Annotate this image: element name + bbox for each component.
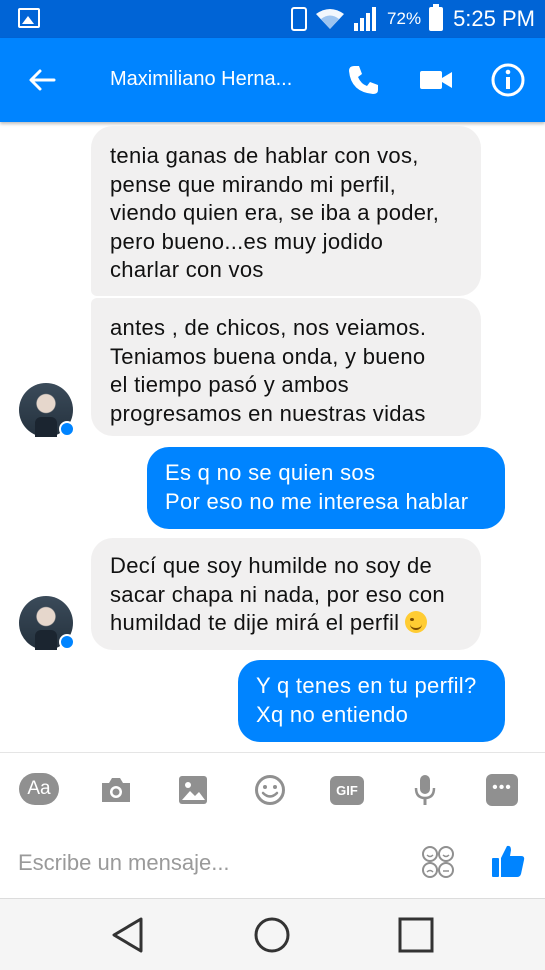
vibrate-icon: [291, 7, 308, 31]
gallery-icon: [179, 776, 207, 804]
messenger-badge-icon: [59, 634, 75, 650]
messenger-badge-icon: [59, 421, 75, 437]
phone-icon[interactable]: [345, 62, 381, 98]
info-icon[interactable]: [490, 62, 526, 98]
message-line: Decí que soy humilde no soy de: [110, 553, 433, 578]
message-line: tenia ganas de hablar con vos,: [110, 143, 419, 168]
message-line-text: humildad te dije mirá el perfil: [110, 610, 400, 635]
message-bubble[interactable]: Decí que soy humilde no soy de sacar cha…: [91, 538, 481, 650]
message-line: Y q tenes en tu perfil?: [256, 673, 477, 698]
message-bubble[interactable]: tenia ganas de hablar con vos, pense que…: [91, 126, 481, 296]
avatar[interactable]: [19, 596, 75, 650]
message-line: Teniamos buena onda, y bueno: [110, 343, 426, 369]
message-bubble[interactable]: antes , de chicos, nos veiamos. Teniamos…: [91, 298, 481, 436]
message-line: charlar con vos: [110, 257, 264, 282]
nav-back-icon[interactable]: [108, 915, 148, 955]
message-line: sacar chapa ni nada, por eso con: [110, 581, 445, 607]
battery-percentage: 72%: [387, 9, 422, 28]
message-line: el tiempo pasó y ambos: [110, 372, 349, 397]
message-line: Es q no se quien sos: [165, 460, 376, 485]
gif-icon: GIF: [330, 775, 364, 805]
message-bubble[interactable]: Es q no se quien sos Por eso no me inter…: [147, 447, 505, 529]
message-bubble[interactable]: Y q tenes en tu perfil? Xq no entiendo: [238, 660, 505, 742]
camera-button[interactable]: [96, 773, 136, 807]
microphone-icon: [414, 775, 436, 805]
message-line: pero bueno...es muy jodido: [110, 228, 384, 254]
message-line: viendo quien era, se iba a poder,: [110, 200, 440, 225]
signal-icon: [353, 7, 379, 31]
image-notification-icon: [18, 8, 40, 28]
clock: 5:25 PM: [453, 6, 535, 31]
message-line: antes , de chicos, nos veiamos.: [110, 315, 427, 340]
battery-icon: [429, 4, 444, 31]
video-camera-icon[interactable]: [418, 64, 454, 96]
message-line: Por eso no me interesa hablar: [165, 488, 469, 514]
text-style-button[interactable]: Aa: [19, 773, 59, 805]
system-navigation-bar: [0, 898, 545, 970]
message-line: progresamos en nuestras vidas: [110, 400, 426, 426]
message-line: Xq no entiendo: [256, 701, 409, 727]
status-indicators: 72% 5:25 PM: [291, 4, 535, 34]
gallery-button[interactable]: [173, 773, 213, 807]
emoji-icon: [255, 775, 285, 805]
composer-toolbar: Aa GIF: [0, 753, 545, 827]
avatar[interactable]: [19, 383, 75, 437]
nav-home-icon[interactable]: [252, 915, 292, 955]
emoji-button[interactable]: [250, 773, 290, 807]
composer: Aa GIF: [0, 752, 545, 898]
contact-name[interactable]: Maximiliano Herna...: [110, 68, 292, 91]
status-bar: 72% 5:25 PM: [0, 0, 545, 38]
message-list[interactable]: tenia ganas de hablar con vos, pense que…: [0, 122, 545, 752]
message-line: humildad te dije mirá el perfil: [110, 609, 481, 638]
more-button[interactable]: [482, 773, 522, 807]
microphone-button[interactable]: [405, 773, 445, 807]
gif-button[interactable]: GIF: [327, 773, 367, 807]
wifi-icon: [315, 8, 345, 30]
thumbs-up-icon[interactable]: [490, 843, 526, 879]
message-line: pense que mirando mi perfil,: [110, 171, 396, 197]
wink-emoji-icon: [405, 611, 428, 633]
camera-icon: [102, 778, 130, 802]
stickers-icon[interactable]: [421, 845, 455, 879]
message-input[interactable]: [18, 843, 398, 883]
conversation-header: Maximiliano Herna...: [0, 38, 545, 122]
more-icon: [486, 774, 518, 806]
back-arrow-icon[interactable]: [26, 64, 58, 96]
nav-recents-icon[interactable]: [396, 915, 436, 955]
message-input-row: [0, 827, 545, 899]
